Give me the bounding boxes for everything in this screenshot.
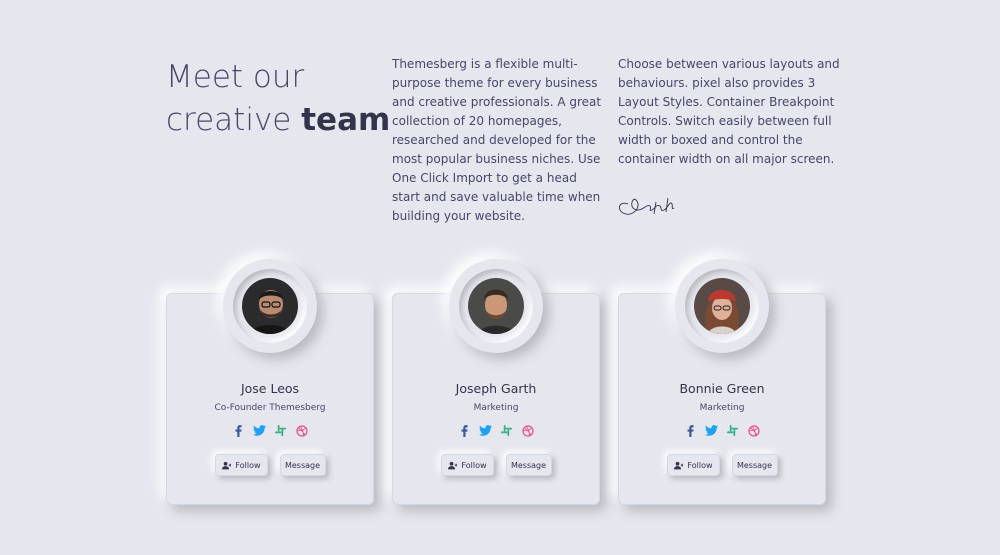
follow-button[interactable]: Follow bbox=[214, 454, 268, 476]
member-name: Bonnie Green bbox=[679, 381, 765, 396]
social-links bbox=[167, 424, 373, 437]
heading-line-2: creative team bbox=[166, 99, 390, 142]
member-role: Marketing bbox=[473, 403, 519, 413]
slack-icon[interactable] bbox=[500, 424, 513, 437]
heading-line-1: Meet our bbox=[166, 59, 305, 95]
twitter-icon[interactable] bbox=[705, 424, 718, 437]
avatar-frame bbox=[223, 259, 317, 353]
dribbble-icon[interactable] bbox=[295, 424, 308, 437]
intro-paragraph-1: Themesberg is a flexible multi-purpose t… bbox=[392, 57, 602, 223]
facebook-icon[interactable] bbox=[684, 424, 697, 437]
user-plus-icon bbox=[221, 461, 232, 469]
message-button[interactable]: Message bbox=[731, 454, 778, 476]
follow-button[interactable]: Follow bbox=[440, 454, 494, 476]
section-heading: Meet our creative team bbox=[166, 56, 390, 142]
facebook-icon[interactable] bbox=[458, 424, 471, 437]
heading-bold-word: team bbox=[301, 102, 391, 138]
slack-icon[interactable] bbox=[274, 424, 287, 437]
heading-line-2-prefix: creative bbox=[166, 102, 302, 138]
follow-label: Follow bbox=[235, 460, 261, 470]
member-role: Co-Founder Themesberg bbox=[214, 403, 326, 413]
member-name: Jose Leos bbox=[240, 381, 300, 396]
twitter-icon[interactable] bbox=[253, 424, 266, 437]
signature-image bbox=[619, 197, 675, 215]
twitter-icon[interactable] bbox=[479, 424, 492, 437]
social-links bbox=[393, 424, 599, 437]
user-plus-icon bbox=[447, 461, 458, 469]
dribbble-icon[interactable] bbox=[747, 424, 760, 437]
social-links bbox=[619, 424, 825, 437]
member-name: Joseph Garth bbox=[455, 381, 537, 396]
avatar-frame bbox=[675, 259, 769, 353]
member-role: Marketing bbox=[699, 403, 745, 413]
slack-icon[interactable] bbox=[726, 424, 739, 437]
avatar bbox=[694, 278, 750, 334]
intro-paragraph-2: Choose between various layouts and behav… bbox=[618, 57, 840, 166]
avatar bbox=[242, 278, 298, 334]
follow-label: Follow bbox=[687, 460, 713, 470]
message-button[interactable]: Message bbox=[505, 454, 552, 476]
message-button[interactable]: Message bbox=[279, 454, 326, 476]
follow-label: Follow bbox=[461, 460, 487, 470]
facebook-icon[interactable] bbox=[232, 424, 245, 437]
avatar bbox=[468, 278, 524, 334]
dribbble-icon[interactable] bbox=[521, 424, 534, 437]
follow-button[interactable]: Follow bbox=[666, 454, 720, 476]
user-plus-icon bbox=[673, 461, 684, 469]
avatar-frame bbox=[449, 259, 543, 353]
